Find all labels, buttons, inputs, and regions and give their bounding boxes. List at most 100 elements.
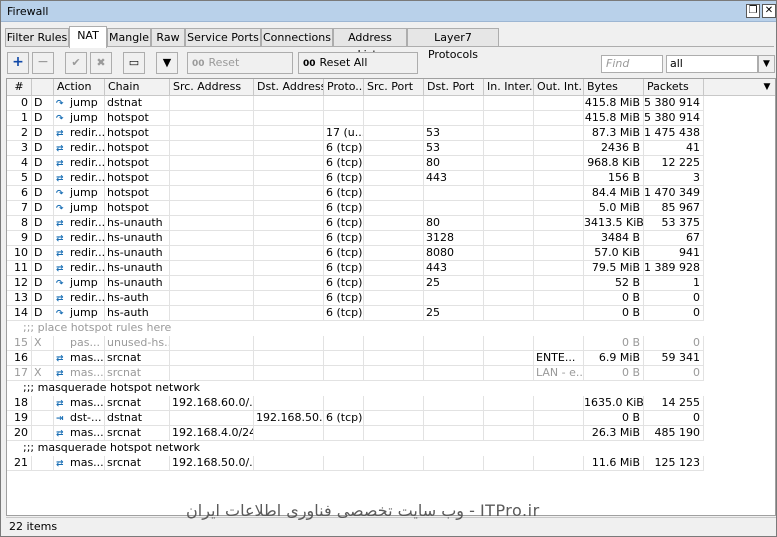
table-row[interactable]: 8 D ⇄ redir... hs-unauth 6 (tcp) 80 3413.5 KiB 5… bbox=[7, 216, 775, 231]
col-src-address-cell bbox=[170, 411, 254, 426]
col-packets-cell: 59 341 bbox=[644, 351, 704, 366]
col-dst-port-cell: 443 bbox=[424, 171, 484, 186]
comment-icon[interactable]: ▭ bbox=[123, 52, 145, 74]
restore-icon[interactable]: ❐ bbox=[746, 4, 760, 18]
action-label: mas... bbox=[70, 351, 104, 364]
tab-connections[interactable]: Connections bbox=[261, 28, 333, 47]
table-row[interactable]: 4 D ⇄ redir... hotspot 6 (tcp) 80 968.8 KiB 12 2… bbox=[7, 156, 775, 171]
comment-row[interactable]: ;;; place hotspot rules here bbox=[7, 321, 775, 336]
col-flag-cell: D bbox=[32, 96, 54, 111]
col-src-address-header[interactable]: Src. Address bbox=[170, 79, 254, 95]
col-dst-port-cell bbox=[424, 366, 484, 381]
col-bytes-header[interactable]: Bytes bbox=[584, 79, 644, 95]
redirect-icon: ⇄ bbox=[56, 174, 64, 184]
col-action-cell: ⇄ redir... bbox=[54, 141, 105, 156]
col-flag-header[interactable] bbox=[32, 79, 54, 95]
dropdown-icon[interactable]: ▼ bbox=[758, 55, 775, 73]
comment-row[interactable]: ;;; masquerade hotspot network bbox=[7, 381, 775, 396]
filter-select[interactable]: all bbox=[666, 55, 758, 73]
col-bytes-cell: 415.8 MiB bbox=[584, 96, 644, 111]
col-dst-address-cell bbox=[254, 291, 324, 306]
title-bar[interactable]: Firewall ❐ ✕ bbox=[1, 1, 776, 22]
action-label: jump bbox=[70, 186, 98, 199]
disable-icon[interactable]: ✖ bbox=[90, 52, 112, 74]
col-bytes-cell: 5.0 MiB bbox=[584, 201, 644, 216]
col-number-header[interactable]: # bbox=[7, 79, 32, 95]
add-icon[interactable]: + bbox=[7, 52, 29, 74]
col-out-interface-cell bbox=[534, 246, 584, 261]
action-label: redir... bbox=[70, 261, 105, 274]
tab-service-ports[interactable]: Service Ports bbox=[185, 28, 261, 47]
table-row[interactable]: 14 D ↷ jump hs-auth 6 (tcp) 25 0 B0 bbox=[7, 306, 775, 321]
tab-nat[interactable]: NAT bbox=[69, 26, 107, 48]
col-src-port-cell bbox=[364, 231, 424, 246]
col-dst-port-cell: 80 bbox=[424, 156, 484, 171]
col-src-address-cell: 192.168.4.0/24 bbox=[170, 426, 254, 441]
table-row[interactable]: 12 D ↷ jump hs-unauth 6 (tcp) 25 52 B1 bbox=[7, 276, 775, 291]
col-flag-cell: D bbox=[32, 111, 54, 126]
reset-counters-button[interactable]: 00Reset Counters bbox=[187, 52, 293, 90]
col-out-interface-cell bbox=[534, 216, 584, 231]
col-in-interface-cell bbox=[484, 351, 534, 366]
table-row[interactable]: 16 ⇄ mas... srcnat ENTE... 6.9 MiB 59 341 bbox=[7, 351, 775, 366]
table-row[interactable]: 20 ⇄ mas... srcnat 192.168.4.0/24 26.3 MiB 485… bbox=[7, 426, 775, 441]
col-src-port-cell bbox=[364, 126, 424, 141]
filter-icon[interactable]: ▼ bbox=[156, 52, 178, 74]
table-row[interactable]: 11 D ⇄ redir... hs-unauth 6 (tcp) 443 79.5 MiB 1… bbox=[7, 261, 775, 276]
table-row[interactable]: 7 D ↷ jump hotspot 6 (tcp) 5.0 MiB 85 967 bbox=[7, 201, 775, 216]
tab-layer7-protocols[interactable]: Layer7 Protocols bbox=[407, 28, 499, 61]
col-in-interface-cell bbox=[484, 141, 534, 156]
col-src-port-cell bbox=[364, 411, 424, 426]
col-action-cell: ↷ jump bbox=[54, 111, 105, 126]
table-row[interactable]: 21 ⇄ mas... srcnat 192.168.50.0/... 11.6 MiB 1… bbox=[7, 456, 775, 471]
table-row[interactable]: 19 ⇥ dst-...dstnat 192.168.50....6 (tcp) 0 B… bbox=[7, 411, 775, 426]
col-dst-address-cell bbox=[254, 396, 324, 411]
col-chain-cell: dstnat bbox=[105, 96, 170, 111]
close-icon[interactable]: ✕ bbox=[762, 4, 776, 18]
col-protocol-header[interactable]: Proto... bbox=[324, 79, 364, 95]
col-src-port-header[interactable]: Src. Port bbox=[364, 79, 424, 95]
table-row[interactable]: 9 D ⇄ redir... hs-unauth 6 (tcp) 3128 3484 B 67 bbox=[7, 231, 775, 246]
comment-row[interactable]: ;;; masquerade hotspot network bbox=[7, 441, 775, 456]
col-in-interface-header[interactable]: In. Inter... bbox=[484, 79, 534, 95]
table-row[interactable]: 15 Xpas... unused-hs... 0 B0 bbox=[7, 336, 775, 351]
col-bytes-cell: 0 B bbox=[584, 336, 644, 351]
window-title: Firewall bbox=[7, 5, 49, 18]
tab-mangle[interactable]: Mangle bbox=[107, 28, 151, 47]
table-row[interactable]: 2 D ⇄ redir... hotspot 17 (u... 53 87.3 MiB 1 47… bbox=[7, 126, 775, 141]
table-row[interactable]: 13 D ⇄ redir... hs-auth 6 (tcp) 0 B0 bbox=[7, 291, 775, 306]
col-out-interface-header[interactable]: Out. Int... bbox=[534, 79, 584, 95]
col-dst-address-header[interactable]: Dst. Address bbox=[254, 79, 324, 95]
col-chain-cell: hs-unauth bbox=[105, 246, 170, 261]
col-src-address-cell bbox=[170, 171, 254, 186]
col-src-port-cell bbox=[364, 171, 424, 186]
find-input[interactable]: Find bbox=[601, 55, 663, 73]
col-out-interface-cell bbox=[534, 186, 584, 201]
col-src-address-cell bbox=[170, 276, 254, 291]
action-label: redir... bbox=[70, 231, 105, 244]
reset-all-counters-button[interactable]: 00Reset All Counters bbox=[298, 52, 418, 90]
table-row[interactable]: 17 X ⇄ mas... srcnat LAN - e... 0 B0 bbox=[7, 366, 775, 381]
action-label: jump bbox=[70, 276, 98, 289]
tab-filter-rules[interactable]: Filter Rules bbox=[5, 28, 69, 47]
tab-address-lists[interactable]: Address Lists bbox=[333, 28, 407, 61]
col-chain-header[interactable]: Chain bbox=[105, 79, 170, 95]
column-menu-icon[interactable]: ▼ bbox=[759, 79, 775, 95]
remove-icon[interactable]: − bbox=[32, 52, 54, 74]
action-label: mas... bbox=[70, 456, 104, 469]
action-label: redir... bbox=[70, 126, 105, 139]
table-row[interactable]: 1 D ↷ jump hotspot 415.8 MiB 5 380 914 bbox=[7, 111, 775, 126]
col-packets-header[interactable]: Packets bbox=[644, 79, 704, 95]
table-row[interactable]: 10 D ⇄ redir... hs-unauth 6 (tcp) 8080 57.0 KiB… bbox=[7, 246, 775, 261]
col-flag-cell: X bbox=[32, 336, 54, 351]
table-row[interactable]: 18 ⇄ mas... srcnat 192.168.60.0/... 1635.0 Ki… bbox=[7, 396, 775, 411]
col-dst-port-header[interactable]: Dst. Port bbox=[424, 79, 484, 95]
col-dst-address-cell bbox=[254, 276, 324, 291]
table-row[interactable]: 0 D ↷ jump dstnat 415.8 MiB 5 380 914 bbox=[7, 96, 775, 111]
tab-raw[interactable]: Raw bbox=[151, 28, 185, 47]
col-action-header[interactable]: Action bbox=[54, 79, 105, 95]
table-row[interactable]: 6 D ↷ jump hotspot 6 (tcp) 84.4 MiB 1 470 349 bbox=[7, 186, 775, 201]
table-row[interactable]: 5 D ⇄ redir... hotspot 6 (tcp) 443 156 B3 bbox=[7, 171, 775, 186]
enable-icon[interactable]: ✔ bbox=[65, 52, 87, 74]
table-row[interactable]: 3 D ⇄ redir... hotspot 6 (tcp) 53 2436 B 41 bbox=[7, 141, 775, 156]
